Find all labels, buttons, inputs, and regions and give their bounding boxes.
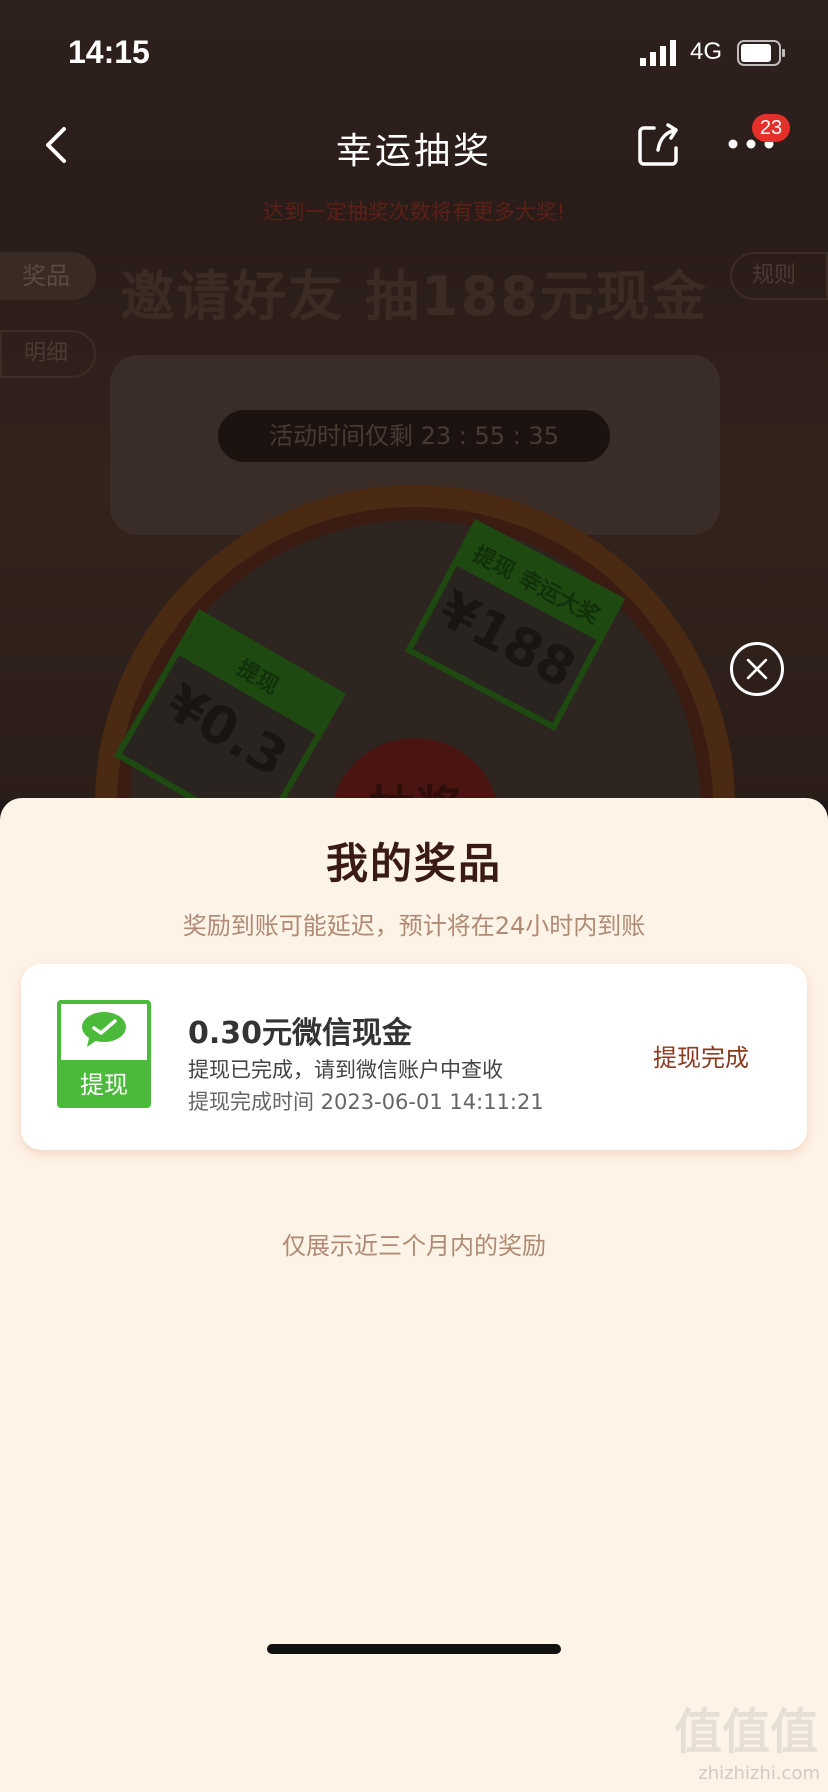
signal-icon — [640, 40, 676, 66]
prize-status: 提现完成 — [653, 1044, 749, 1072]
activity-subtitle: 达到一定抽奖次数将有更多大奖! — [262, 200, 566, 224]
status-bar: 14:15 4G — [0, 0, 828, 100]
wechat-icon — [82, 1012, 126, 1047]
sheet-subtitle: 奖励到账可能延迟，预计将在24小时内到账 — [182, 912, 646, 940]
prize-time: 提现完成时间 2023-06-01 14:11:21 — [188, 1090, 544, 1114]
prize-description: 提现已完成，请到微信账户中查收 — [188, 1058, 503, 1082]
prize-card[interactable]: 提现 0.30元微信现金 提现已完成，请到微信账户中查收 提现完成时间 2023… — [21, 964, 807, 1150]
status-time: 14:15 — [68, 34, 150, 70]
countdown-timer: 活动时间仅剩 23 : 55 : 35 — [218, 410, 610, 462]
my-prizes-sheet: 我的奖品 奖励到账可能延迟，预计将在24小时内到账 提现 0.30元微信现金 提… — [0, 798, 828, 1792]
network-type: 4G — [690, 38, 723, 65]
details-tab[interactable]: 明细 — [0, 330, 96, 378]
sheet-footnote: 仅展示近三个月内的奖励 — [282, 1232, 546, 1260]
home-indicator — [267, 1644, 561, 1654]
share-icon[interactable] — [636, 122, 682, 168]
watermark-text: zhizhizhi.com — [698, 1763, 820, 1784]
sheet-title: 我的奖品 — [325, 839, 502, 888]
activity-headline: 邀请好友 抽188元现金 — [120, 265, 708, 328]
battery-icon — [737, 40, 785, 66]
nav-bar: 幸运抽奖 23 — [0, 110, 828, 180]
prize-icon-label: 提现 — [80, 1071, 128, 1099]
notification-badge: 23 — [752, 114, 790, 142]
page-title: 幸运抽奖 — [335, 131, 492, 172]
watermark-logo: 值值值 — [673, 1704, 818, 1760]
prize-name: 0.30元微信现金 — [188, 1016, 413, 1051]
wechat-cash-icon: 提现 — [57, 1000, 151, 1108]
close-icon[interactable] — [730, 642, 784, 696]
